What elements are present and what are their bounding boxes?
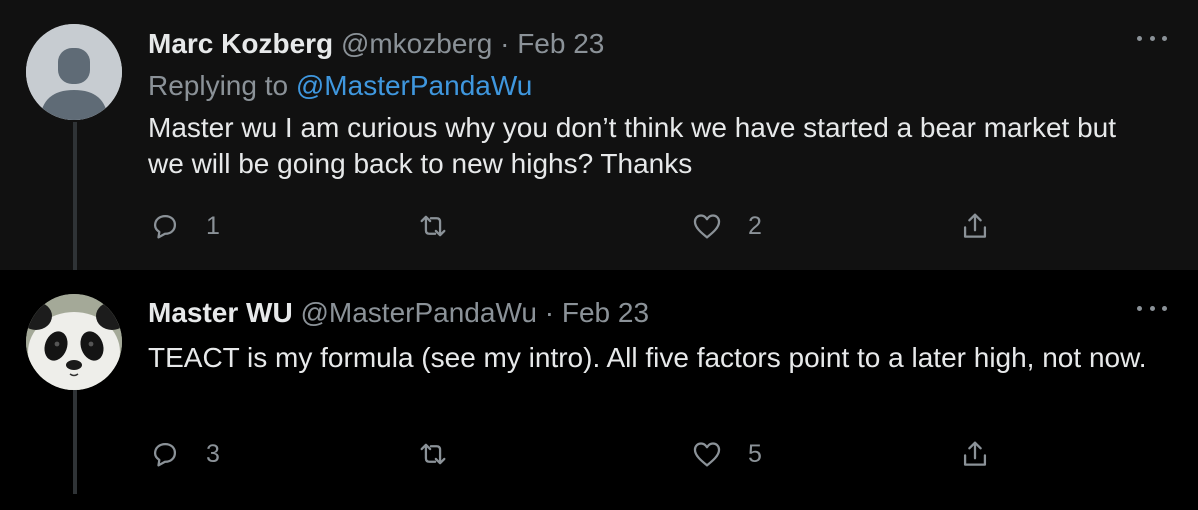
share-icon bbox=[963, 213, 987, 238]
reply-icon bbox=[153, 214, 177, 239]
retweet-icon bbox=[420, 215, 446, 237]
retweet-button[interactable] bbox=[416, 206, 474, 246]
tweet-date[interactable]: Feb 23 bbox=[562, 297, 649, 328]
like-icon bbox=[693, 214, 721, 239]
reply-button[interactable]: 1 bbox=[148, 206, 220, 246]
author-handle[interactable]: @MasterPandaWu bbox=[300, 297, 536, 328]
more-icon[interactable] bbox=[1137, 302, 1167, 314]
reply-count: 1 bbox=[206, 211, 220, 240]
reply-count: 3 bbox=[206, 439, 220, 468]
share-button[interactable] bbox=[958, 434, 992, 474]
avatar[interactable] bbox=[26, 294, 122, 390]
tweet-header: Master WU @MasterPandaWu · Feb 23 bbox=[148, 296, 649, 330]
tweet-text: Master wu I am curious why you don’t thi… bbox=[148, 112, 1117, 179]
like-button[interactable]: 5 bbox=[690, 434, 762, 474]
tweet-actions: 1 2 bbox=[148, 206, 1048, 246]
author-handle[interactable]: @mkozberg bbox=[341, 28, 492, 59]
tweet-text: TEACT is my formula (see my intro). All … bbox=[148, 342, 1147, 373]
replying-to-label: Replying to bbox=[148, 70, 289, 101]
like-button[interactable]: 2 bbox=[690, 206, 762, 246]
like-count: 2 bbox=[748, 211, 762, 240]
more-icon[interactable] bbox=[1137, 32, 1167, 44]
reply-button[interactable]: 3 bbox=[148, 434, 220, 474]
tweet-date[interactable]: Feb 23 bbox=[517, 28, 604, 59]
replying-to-line: Replying to @MasterPandaWu bbox=[148, 69, 532, 103]
separator-dot: · bbox=[500, 28, 510, 59]
author-name[interactable]: Master WU bbox=[148, 297, 293, 328]
share-button[interactable] bbox=[958, 206, 992, 246]
panda-avatar bbox=[26, 294, 122, 390]
default-avatar-icon bbox=[26, 24, 122, 120]
thread-connector-line bbox=[73, 382, 77, 494]
tweet-actions: 3 5 bbox=[148, 434, 1048, 474]
retweet-icon bbox=[420, 443, 446, 465]
separator-dot: · bbox=[544, 297, 555, 328]
share-icon bbox=[963, 441, 987, 466]
replying-to-mention-link[interactable]: @MasterPandaWu bbox=[296, 70, 532, 101]
tweet-header: Marc Kozberg @mkozberg · Feb 23 bbox=[148, 27, 604, 61]
like-count: 5 bbox=[748, 439, 762, 468]
tweet-master-wu[interactable]: Master WU @MasterPandaWu · Feb 23 TEACT … bbox=[0, 270, 1198, 510]
reply-icon bbox=[153, 442, 177, 467]
author-name[interactable]: Marc Kozberg bbox=[148, 28, 333, 59]
like-icon bbox=[693, 442, 721, 467]
retweet-button[interactable] bbox=[416, 434, 474, 474]
tweet-marc-kozberg[interactable]: Marc Kozberg @mkozberg · Feb 23 Replying… bbox=[0, 0, 1198, 271]
thread-connector-line bbox=[73, 122, 77, 271]
avatar[interactable] bbox=[26, 24, 122, 120]
